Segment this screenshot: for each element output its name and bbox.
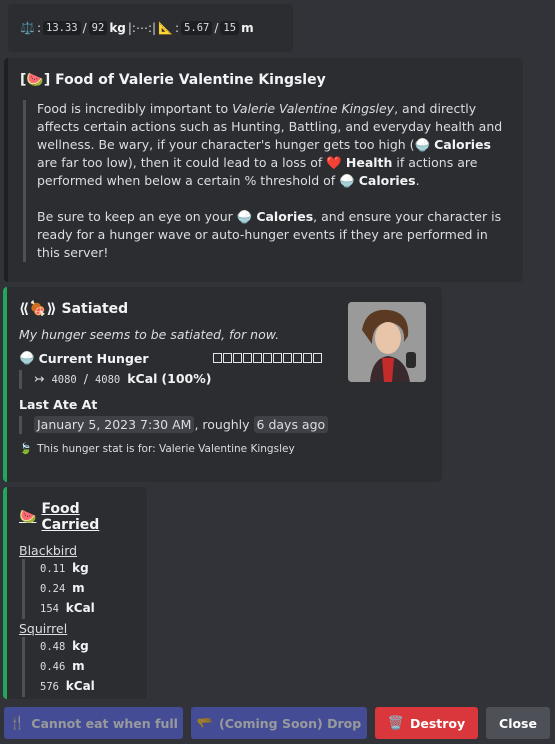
hunger-bar-segment	[312, 353, 322, 363]
character-portrait-image	[348, 302, 426, 382]
fork-knife-icon: 🍴	[9, 715, 26, 731]
stats-divider: |:⋯:|	[127, 21, 157, 35]
hunger-bar	[212, 353, 322, 363]
hunger-bar-segment	[292, 353, 302, 363]
hunger-footer: 🍃 This hunger stat is for: Valerie Valen…	[19, 442, 295, 456]
food-info-description: Food is incredibly important to Valerie …	[23, 100, 511, 262]
meat-icon: 🍖	[29, 301, 47, 317]
rice-bowl-icon: 🍚	[339, 173, 355, 188]
close-button[interactable]: Close	[486, 707, 550, 739]
food-item-values: 0.11 kg 0.24 m 154 kCal	[22, 559, 135, 619]
drop-button[interactable]: 🫳 (Coming Soon) Drop	[191, 707, 367, 739]
character-name: Valerie Valentine Kingsley	[232, 101, 395, 116]
height-max: 15	[220, 21, 240, 35]
ruler-icon: 📐	[158, 21, 174, 35]
weight-current: 13.33	[43, 21, 81, 35]
hunger-bar-segment	[212, 353, 222, 363]
food-item-values: 0.48 kg 0.46 m 576 kCal	[22, 637, 135, 697]
last-ate-value: January 5, 2023 7:30 AM, roughly 6 days …	[19, 416, 430, 434]
last-ate-label: Last Ate At	[19, 397, 98, 412]
watermelon-icon: 🍉	[26, 72, 44, 88]
weight-max: 92	[88, 21, 108, 35]
hunger-bar-segment	[242, 353, 252, 363]
food-info-embed: [🍉] Food of Valerie Valentine Kingsley F…	[4, 58, 523, 282]
last-ate-date: January 5, 2023 7:30 AM	[34, 416, 195, 433]
food-carried-title: 🍉 Food Carried	[19, 501, 100, 533]
weight-unit: kg	[109, 21, 126, 35]
last-ate-relative: 6 days ago	[253, 416, 329, 433]
leaf-icon: 🍃	[19, 443, 33, 455]
food-info-title: [🍉] Food of Valerie Valentine Kingsley	[20, 72, 326, 88]
rice-bowl-icon: 🍚	[19, 350, 35, 365]
hunger-status-embed: ⟪🍖⟫ Satiated My hunger seems to be satia…	[3, 287, 442, 482]
character-stats-bar: ⚖️: 13.33 / 92 kg |:⋯:| 📐: 5.67 / 15 m	[8, 4, 293, 52]
wastebasket-icon: 🗑️	[387, 715, 404, 731]
drop-hand-icon: 🫳	[196, 715, 213, 731]
watermelon-icon: 🍉	[19, 509, 37, 525]
food-item-name: Blackbird	[19, 543, 78, 558]
hunger-bar-segment	[222, 353, 232, 363]
hunger-bar-segment	[302, 353, 312, 363]
heart-icon: ❤️	[326, 155, 342, 170]
rice-bowl-icon: 🍚	[236, 209, 253, 224]
destroy-button[interactable]: 🗑️ Destroy	[375, 707, 478, 739]
scale-icon: ⚖️	[20, 21, 35, 35]
hunger-bar-segment	[282, 353, 292, 363]
food-carried-embed: 🍉 Food Carried Blackbird 0.11 kg 0.24 m …	[3, 487, 147, 699]
rice-bowl-icon: 🍚	[414, 137, 431, 152]
eat-button[interactable]: 🍴 Cannot eat when full	[4, 707, 183, 739]
height-current: 5.67	[181, 21, 213, 35]
character-avatar	[348, 302, 426, 382]
food-item-name: Squirrel	[19, 621, 68, 636]
height-unit: m	[241, 21, 254, 35]
hunger-bar-segment	[252, 353, 262, 363]
hunger-bar-segment	[232, 353, 242, 363]
hunger-bar-segment	[262, 353, 272, 363]
arrow-icon: ↣	[34, 371, 45, 386]
hunger-bar-segment	[272, 353, 282, 363]
